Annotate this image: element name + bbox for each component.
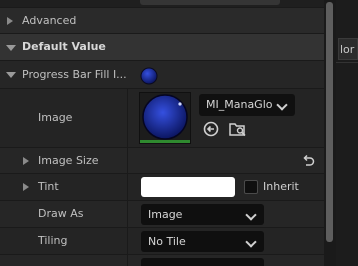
column-divider (127, 174, 128, 201)
draw-as-row: Draw As Image (0, 201, 324, 228)
scrollbar-thumb[interactable] (326, 2, 333, 242)
right-panel-field[interactable]: lor (338, 38, 358, 60)
tiling-row: Tiling No Tile (0, 228, 324, 255)
asset-picker-combo[interactable]: MI_ManaGlo (199, 94, 295, 116)
asset-name: MI_ManaGlo (206, 98, 273, 111)
image-row: Image MI_ManaGlo (0, 89, 324, 148)
tiling-dropdown[interactable]: No Tile (141, 231, 264, 252)
next-row (0, 255, 324, 266)
default-value-category-row[interactable]: Default Value (0, 34, 324, 61)
advanced-category-row[interactable]: Advanced (0, 8, 324, 34)
chevron-down-icon (245, 236, 257, 248)
draw-as-value: Image (148, 208, 183, 221)
triangle-right-icon[interactable] (23, 157, 29, 165)
column-divider (127, 89, 128, 148)
draw-as-dropdown[interactable]: Image (141, 204, 264, 225)
right-panel: lor (336, 0, 358, 266)
progress-bar-fill-label: Progress Bar Fill I... (22, 68, 127, 81)
chevron-down-icon (276, 99, 288, 111)
orb-preview-icon (140, 67, 158, 85)
triangle-down-icon[interactable] (6, 45, 16, 51)
inherit-checkbox[interactable] (244, 180, 258, 194)
image-size-label: Image Size (38, 154, 99, 167)
column-divider (127, 228, 128, 255)
column-divider (127, 255, 128, 266)
image-label: Image (38, 111, 73, 124)
reset-arrow-icon[interactable] (301, 154, 315, 168)
previous-field[interactable] (140, 0, 280, 5)
folder-search-icon[interactable] (229, 121, 247, 137)
triangle-down-icon[interactable] (6, 72, 16, 78)
tint-label: Tint (38, 180, 59, 193)
arrow-left-circle-icon[interactable] (203, 121, 219, 137)
tiling-value: No Tile (148, 235, 186, 248)
image-size-row[interactable]: Image Size (0, 148, 324, 174)
progress-bar-fill-row[interactable]: Progress Bar Fill I... (0, 61, 324, 89)
right-panel-divider (336, 62, 358, 63)
draw-as-label: Draw As (38, 207, 84, 220)
right-panel-text: lor (340, 43, 355, 56)
chevron-down-icon (245, 209, 257, 221)
asset-type-bar (140, 140, 190, 143)
tint-color-swatch[interactable] (141, 177, 235, 197)
mana-orb-icon (142, 94, 188, 140)
tint-row: Tint Inherit (0, 174, 324, 201)
inherit-label: Inherit (263, 180, 299, 193)
triangle-right-icon[interactable] (23, 183, 29, 191)
default-value-label: Default Value (22, 40, 106, 53)
next-field[interactable] (141, 258, 264, 266)
tiling-label: Tiling (38, 234, 68, 247)
column-divider (127, 201, 128, 228)
details-panel: Advanced Default Value Progress Bar Fill… (0, 0, 324, 266)
top-strip (0, 0, 324, 8)
triangle-right-icon[interactable] (7, 17, 13, 25)
image-thumbnail[interactable] (139, 92, 191, 144)
column-divider (127, 148, 128, 174)
advanced-label: Advanced (22, 14, 77, 27)
